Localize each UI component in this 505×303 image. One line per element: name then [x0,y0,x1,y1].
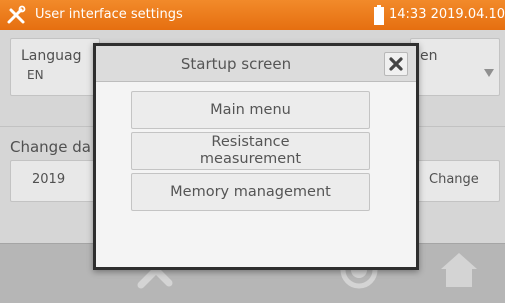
option-main-menu[interactable]: Main menu [131,91,370,129]
option-label: Main menu [210,101,291,118]
option-label: Resistance measurement [199,134,302,167]
tools-icon [7,5,26,24]
option-resistance-measurement[interactable]: Resistance measurement [131,132,370,170]
option-memory-management[interactable]: Memory management [131,173,370,211]
screen-title: User interface settings [35,7,183,22]
clock: 14:33 2019.04.10 [389,7,505,22]
close-button[interactable] [384,52,408,76]
battery-icon [374,5,384,25]
dialog-title: Startup screen [180,55,292,73]
option-label: Memory management [170,183,331,200]
startup-screen-dialog: Startup screen Main menu Resistance meas… [93,43,419,270]
title-bar: User interface settings 14:33 2019.04.10 [0,0,505,30]
close-icon [389,57,403,71]
dialog-header: Startup screen [96,46,416,82]
